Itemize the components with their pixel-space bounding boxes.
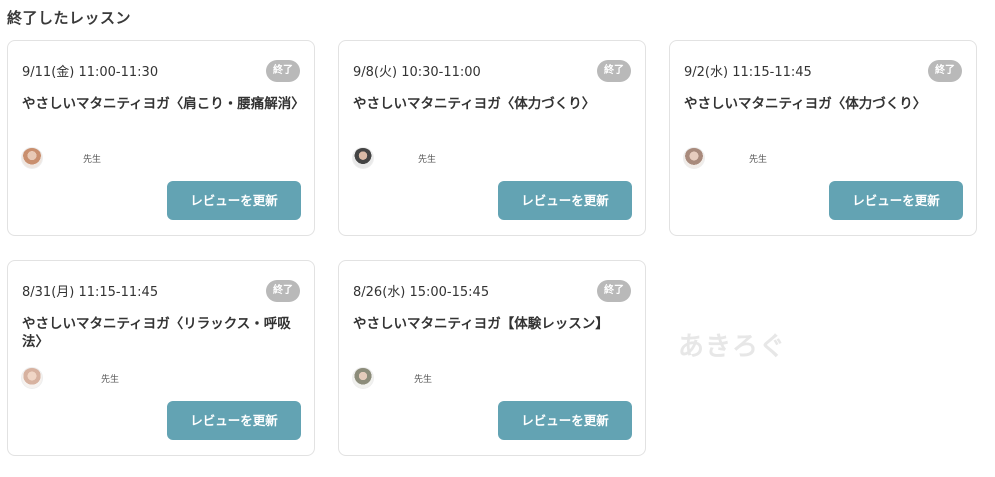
lesson-date: 8/26(水) 15:00-15:45 (353, 285, 490, 300)
lesson-date: 8/31(月) 11:15-11:45 (22, 285, 159, 300)
teacher-avatar (21, 367, 43, 389)
status-badge: 終了 (597, 60, 631, 82)
status-badge: 終了 (928, 60, 962, 82)
lesson-card: 8/26(水) 15:00-15:45 終了 やさしいマタニティヨガ【体験レッス… (338, 260, 646, 456)
update-review-button[interactable]: レビューを更新 (167, 401, 301, 440)
teacher-info: 先生 (352, 147, 436, 169)
update-review-button[interactable]: レビューを更新 (829, 181, 963, 220)
lesson-title: やさしいマタニティヨガ〈リラックス・呼吸法〉 (22, 316, 291, 350)
page: 終了したレッスン 9/11(金) 11:00-11:30 終了 やさしいマタニテ… (0, 0, 995, 477)
teacher-info: 先生 (683, 147, 767, 169)
teacher-name: 先生 (749, 154, 768, 165)
lesson-date: 9/11(金) 11:00-11:30 (22, 65, 159, 80)
lesson-card: 9/8(火) 10:30-11:00 終了 やさしいマタニティヨガ〈体力づくり〉… (338, 40, 646, 236)
status-badge: 終了 (266, 60, 300, 82)
lesson-title: やさしいマタニティヨガ〈体力づくり〉 (684, 96, 927, 112)
teacher-name: 先生 (418, 154, 437, 165)
teacher-info: 先生 (352, 367, 432, 389)
teacher-info: 先生 (21, 147, 101, 169)
lesson-card: 8/31(月) 11:15-11:45 終了 やさしいマタニティヨガ〈リラックス… (7, 260, 315, 456)
teacher-avatar (352, 367, 374, 389)
teacher-info: 先生 (21, 367, 119, 389)
status-badge: 終了 (597, 280, 631, 302)
lesson-title: やさしいマタニティヨガ【体験レッスン】 (353, 316, 609, 332)
teacher-name: 先生 (101, 374, 120, 385)
teacher-avatar (21, 147, 43, 169)
lesson-date: 9/8(火) 10:30-11:00 (353, 65, 481, 80)
section-title: 終了したレッスン (7, 9, 132, 27)
teacher-avatar (352, 147, 374, 169)
status-badge: 終了 (266, 280, 300, 302)
lesson-title: やさしいマタニティヨガ〈肩こり・腰痛解消〉 (22, 96, 305, 112)
lesson-title: やさしいマタニティヨガ〈体力づくり〉 (353, 96, 596, 112)
update-review-button[interactable]: レビューを更新 (498, 181, 632, 220)
teacher-avatar (683, 147, 705, 169)
lesson-card: 9/2(水) 11:15-11:45 終了 やさしいマタニティヨガ〈体力づくり〉… (669, 40, 977, 236)
teacher-name: 先生 (414, 374, 433, 385)
lesson-card: 9/11(金) 11:00-11:30 終了 やさしいマタニティヨガ〈肩こり・腰… (7, 40, 315, 236)
update-review-button[interactable]: レビューを更新 (167, 181, 301, 220)
watermark: あきろぐ (678, 332, 787, 362)
lesson-date: 9/2(水) 11:15-11:45 (684, 65, 812, 80)
update-review-button[interactable]: レビューを更新 (498, 401, 632, 440)
teacher-name: 先生 (83, 154, 102, 165)
